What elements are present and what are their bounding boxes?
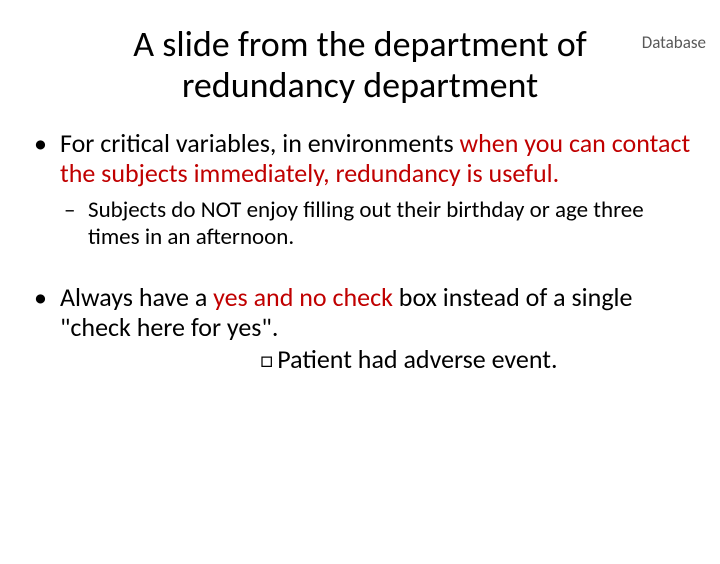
checkbox-label: Patient had adverse event. [277,343,557,375]
bullet-1-sub: Subjects do NOT enjoy filling out their … [60,197,692,251]
corner-label: Database [642,32,706,53]
bullet-1-text-pre: For critical variables, in environments [60,127,460,159]
bullet-2-text-red: yes and no check [213,281,399,313]
bullet-2: Always have a yes and no check box inste… [28,283,692,375]
checkbox-icon: □ [260,347,273,372]
slide-body: For critical variables, in environments … [0,129,720,375]
slide-title: A slide from the department of redundanc… [90,24,630,107]
checkbox-example: □Patient had adverse event. [260,345,692,375]
bullet-2-text-pre: Always have a [60,281,213,313]
bullet-1: For critical variables, in environments … [28,129,692,251]
